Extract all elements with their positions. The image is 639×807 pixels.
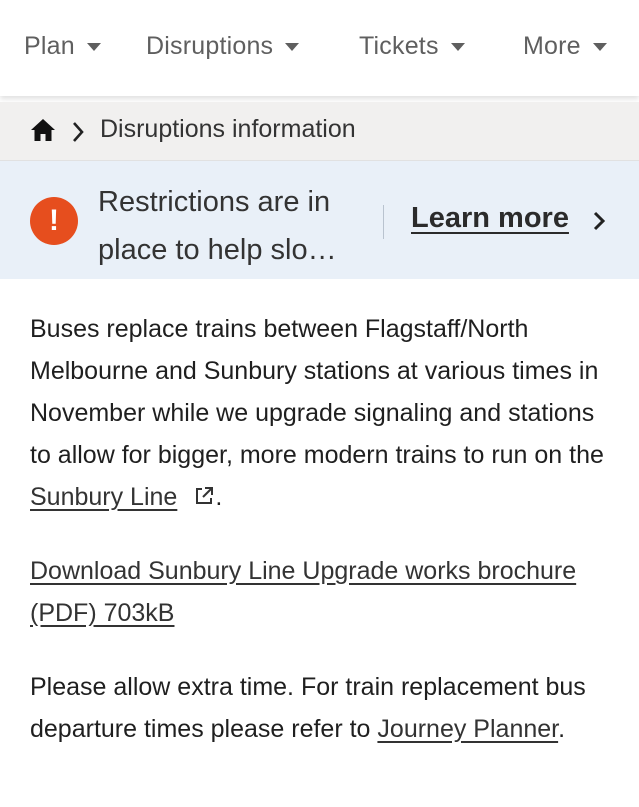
intro-end: .	[215, 483, 223, 511]
nav-tickets[interactable]: Tickets	[359, 26, 465, 66]
nav-disruptions[interactable]: Disruptions	[146, 26, 300, 66]
top-navigation: Plan Disruptions Tickets More	[0, 0, 639, 96]
home-icon[interactable]	[29, 117, 57, 143]
sunbury-line-link[interactable]: Sunbury Line	[30, 483, 177, 511]
download-paragraph: Download Sunbury Line Upgrade works broc…	[30, 550, 620, 634]
caret-down-icon	[86, 43, 101, 51]
nav-more[interactable]: More	[523, 26, 607, 66]
exclamation-icon: !	[30, 197, 78, 245]
chevron-right-icon[interactable]	[592, 210, 606, 232]
caret-down-icon	[450, 43, 465, 51]
nav-more-label: More	[523, 31, 581, 60]
nav-disruptions-label: Disruptions	[146, 31, 274, 60]
nav-plan[interactable]: Plan	[24, 26, 101, 66]
nav-plan-label: Plan	[24, 31, 75, 60]
nav-tickets-label: Tickets	[359, 31, 439, 60]
breadcrumb: Disruptions information	[0, 102, 639, 161]
journey-planner-link[interactable]: Journey Planner	[377, 715, 558, 743]
external-link-icon[interactable]	[193, 485, 215, 507]
breadcrumb-current: Disruptions information	[100, 115, 356, 143]
main-content: Buses replace trains between Flagstaff/N…	[30, 308, 620, 750]
alert-divider	[383, 205, 384, 239]
note-end: .	[558, 715, 566, 743]
learn-more-link[interactable]: Learn more	[411, 202, 569, 235]
intro-paragraph: Buses replace trains between Flagstaff/N…	[30, 308, 620, 518]
chevron-right-icon	[73, 122, 84, 142]
caret-down-icon	[285, 43, 300, 51]
note-paragraph: Please allow extra time. For train repla…	[30, 666, 620, 750]
intro-text: Buses replace trains between Flagstaff/N…	[30, 315, 604, 469]
alert-text: Restrictions are in place to help slo…	[98, 186, 337, 266]
download-brochure-link[interactable]: Download Sunbury Line Upgrade works broc…	[30, 557, 576, 627]
caret-down-icon	[592, 43, 607, 51]
